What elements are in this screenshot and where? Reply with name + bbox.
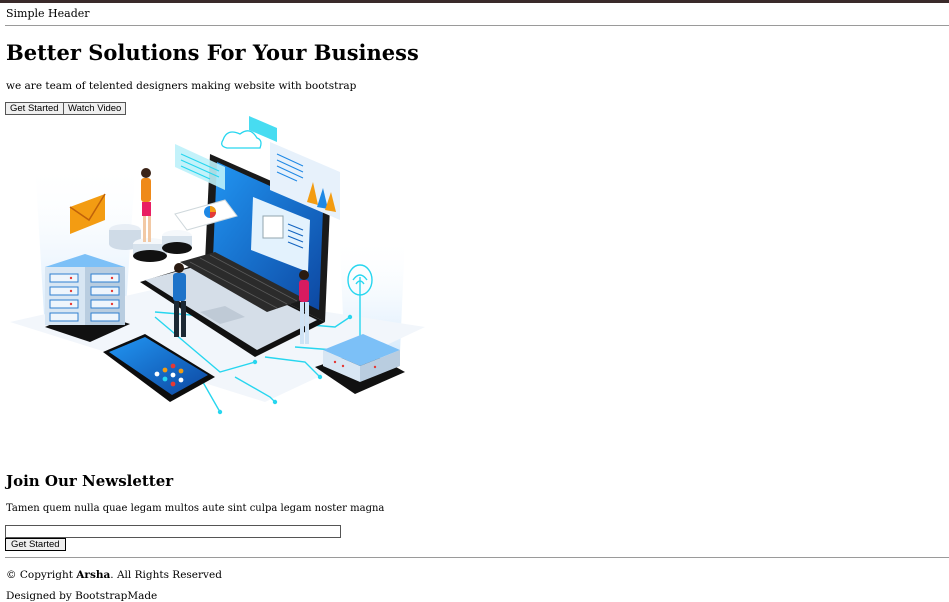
floating-card-top xyxy=(249,116,277,142)
seated-woman-figure xyxy=(299,270,309,344)
floating-card-chat xyxy=(175,144,225,190)
newsletter-description: Tamen quem nulla quae legam multos aute … xyxy=(6,503,385,514)
standing-woman-figure xyxy=(141,168,151,242)
left-server-stack xyxy=(45,254,130,342)
copyright-text: © Copyright Arsha. All Rights Reserved xyxy=(6,569,222,581)
brand-name: Arsha xyxy=(76,569,111,581)
header-divider xyxy=(5,25,949,26)
copyright-prefix: © Copyright xyxy=(6,569,77,581)
cloud-icon xyxy=(221,130,262,149)
hero-heading: Better Solutions For Your Business xyxy=(6,40,419,65)
footer-divider xyxy=(5,557,949,558)
hero-tagline: we are team of telented designers making… xyxy=(6,80,357,92)
newsletter-submit-button[interactable]: Get Started xyxy=(5,538,66,551)
header-title: Simple Header xyxy=(6,7,90,20)
credits-text: Designed by BootstrapMade xyxy=(6,590,157,602)
hero-illustration xyxy=(10,116,425,415)
newsletter-email-input[interactable] xyxy=(5,525,341,538)
newsletter-heading: Join Our Newsletter xyxy=(6,472,174,490)
credits-label: Designed by BootstrapMade xyxy=(6,590,158,602)
top-bar xyxy=(0,0,949,3)
copyright-suffix: . All Rights Reserved xyxy=(110,569,222,581)
